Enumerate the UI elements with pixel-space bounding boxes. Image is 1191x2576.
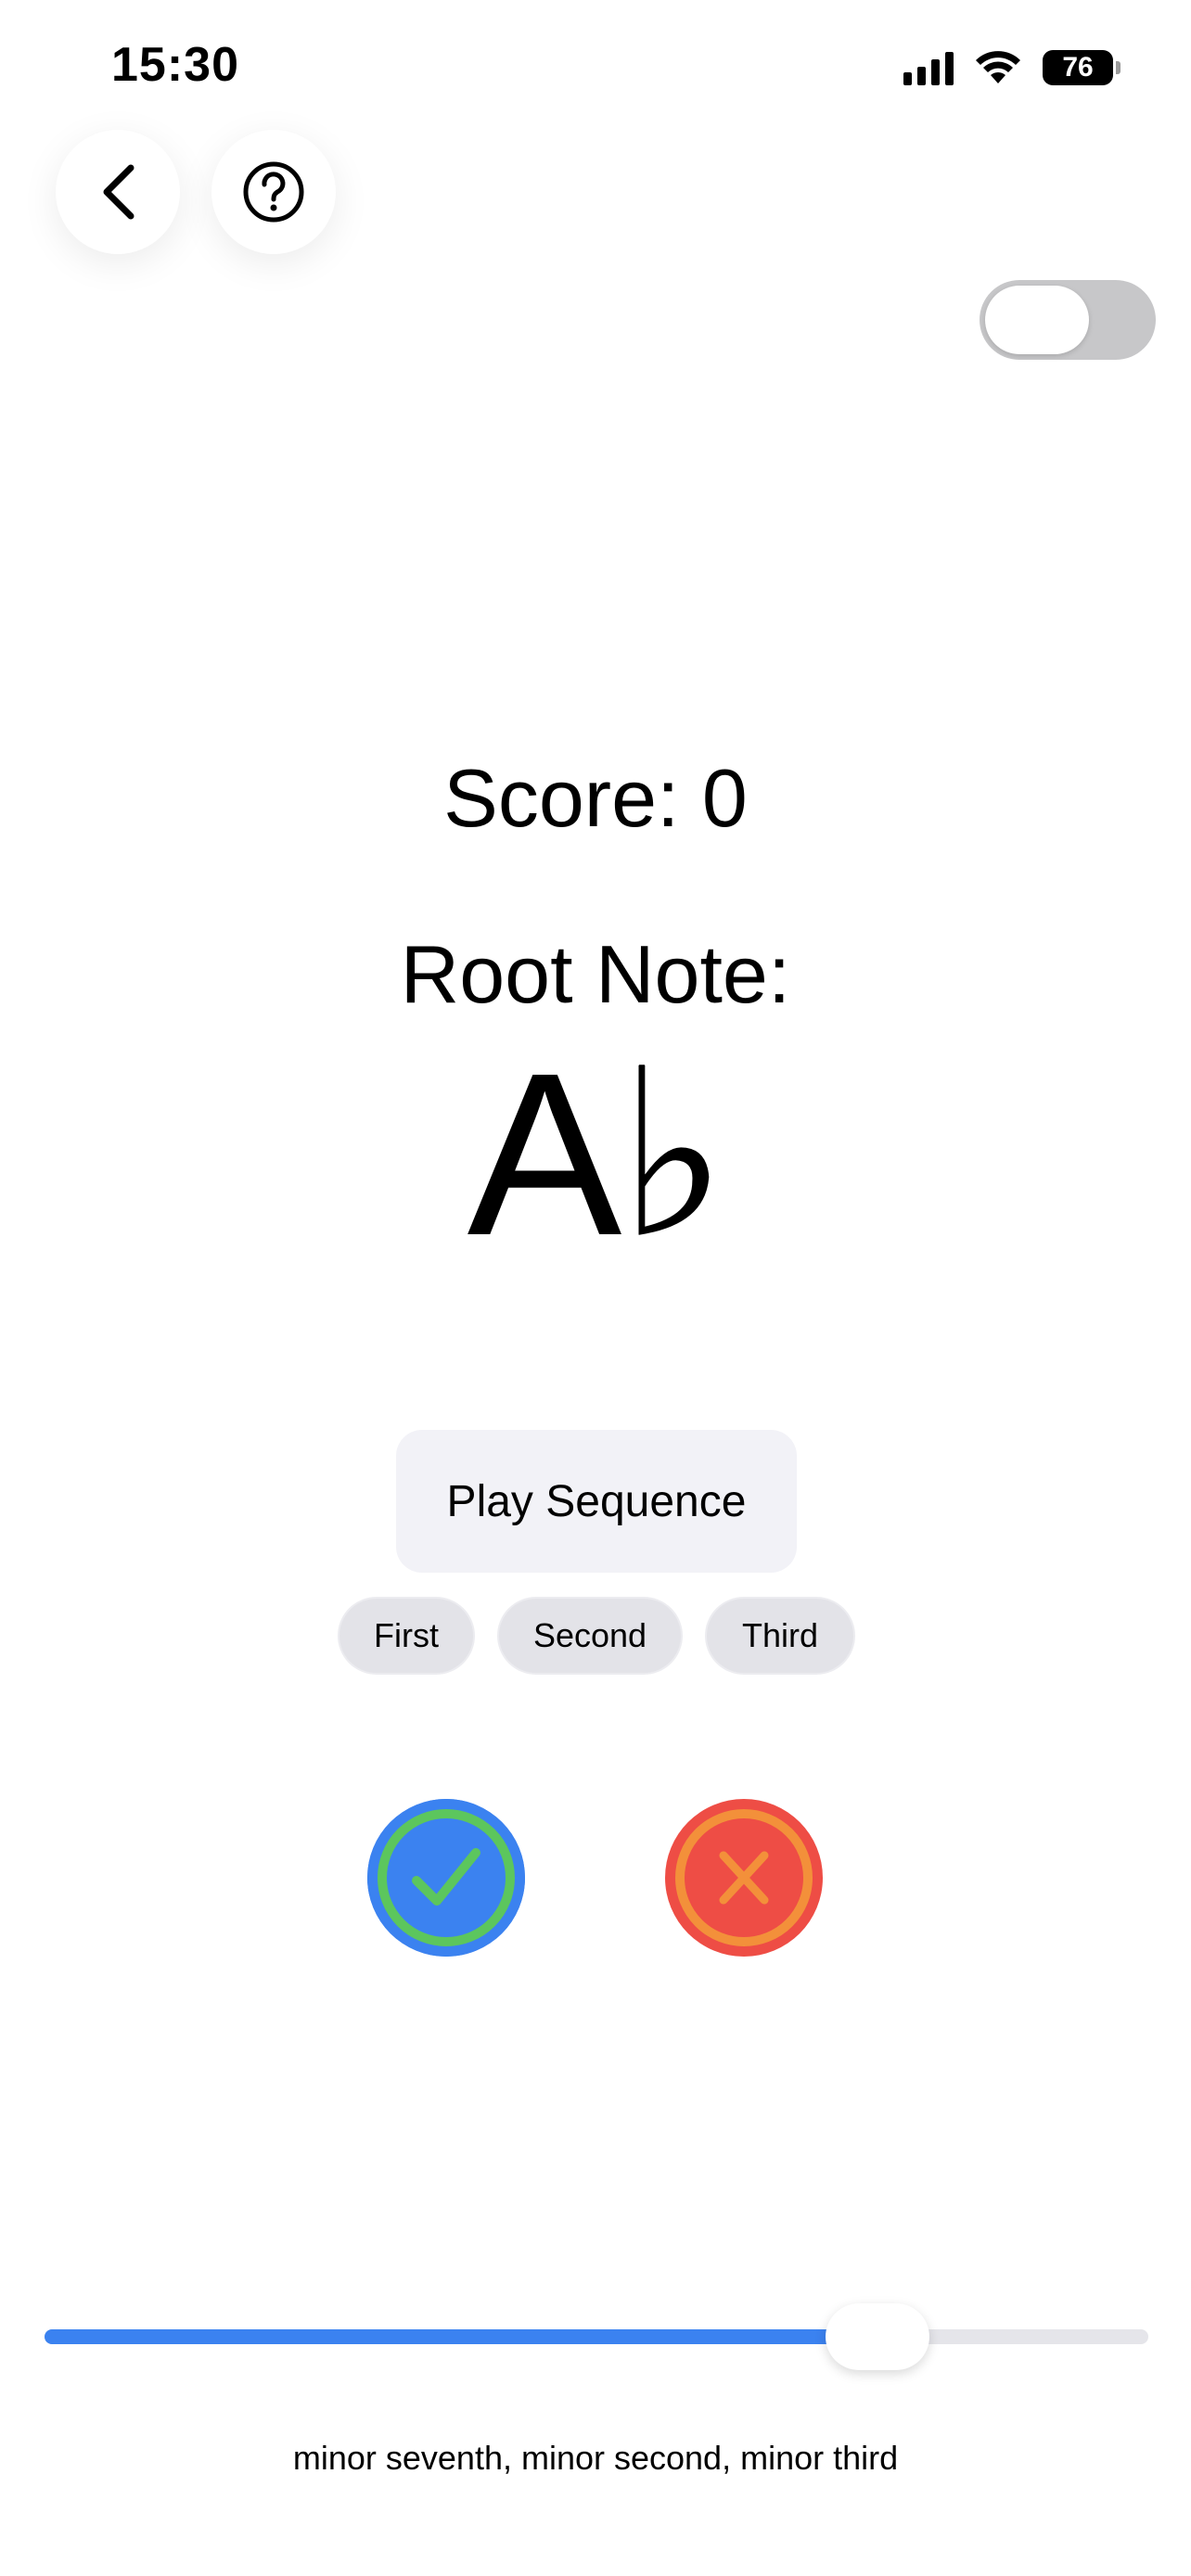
help-button[interactable] (211, 130, 336, 254)
x-icon (719, 1851, 769, 1905)
interval-caption: minor seventh, minor second, minor third (292, 2439, 899, 2477)
status-bar: 15:30 76 (0, 0, 1191, 139)
battery-icon: 76 (1043, 50, 1121, 85)
reject-button[interactable] (665, 1799, 823, 1957)
mode-toggle[interactable] (980, 280, 1156, 360)
status-icons: 76 (903, 45, 1121, 91)
root-note-label: Root Note: (400, 928, 791, 1020)
chevron-left-icon (103, 164, 134, 220)
checkmark-icon (412, 1848, 480, 1906)
score-label: Score: 0 (443, 752, 748, 844)
wifi-icon (974, 50, 1022, 85)
slider-thumb[interactable] (826, 2303, 930, 2370)
second-button[interactable]: Second (497, 1597, 683, 1675)
slider-fill (45, 2329, 878, 2344)
difficulty-slider[interactable] (45, 2303, 1148, 2370)
toggle-knob (985, 286, 1089, 354)
back-button[interactable] (56, 130, 180, 254)
battery-level: 76 (1062, 52, 1094, 83)
root-note-value: A♭ (467, 1025, 728, 1283)
status-time: 15:30 (111, 38, 239, 92)
question-circle-icon (243, 161, 304, 223)
signal-icon (903, 50, 954, 85)
play-sequence-button[interactable]: Play Sequence (396, 1430, 797, 1573)
third-button[interactable]: Third (705, 1597, 855, 1675)
confirm-button[interactable] (367, 1799, 525, 1957)
choice-pills: First Second Third (0, 1597, 1191, 1675)
first-button[interactable]: First (338, 1597, 475, 1675)
